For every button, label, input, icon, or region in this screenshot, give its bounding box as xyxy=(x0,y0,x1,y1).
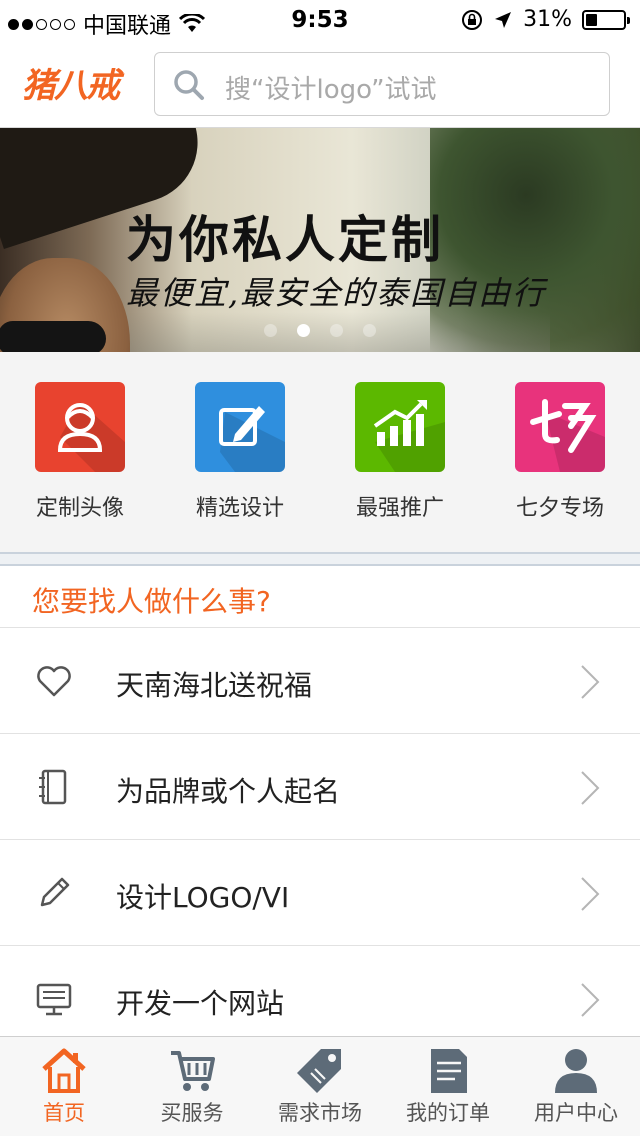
promo-banner[interactable]: 为你私人定制 最便宜,最安全的泰国自由行 xyxy=(0,128,640,352)
pager-dot[interactable] xyxy=(363,324,376,337)
tab-home[interactable]: 首页 xyxy=(0,1037,128,1136)
battery-icon xyxy=(582,9,630,30)
document-icon xyxy=(431,1049,467,1093)
pager-dot[interactable] xyxy=(330,324,343,337)
list-item-label: 开发一个网站 xyxy=(116,987,285,1020)
quick-action-design[interactable]: 精选设计 xyxy=(175,382,305,522)
tab-label: 需求市场 xyxy=(278,1101,362,1125)
banner-subtitle: 最便宜,最安全的泰国自由行 xyxy=(126,274,547,312)
search-box[interactable]: 搜“设计logo”试试 xyxy=(154,52,610,116)
section-divider xyxy=(0,552,640,566)
chevron-right-icon xyxy=(581,877,600,911)
pager-dot[interactable] xyxy=(264,324,277,337)
tab-label: 首页 xyxy=(43,1101,85,1125)
quick-action-label: 精选设计 xyxy=(195,496,284,521)
banner-sunglasses-shape xyxy=(0,321,106,352)
quick-action-label: 七夕专场 xyxy=(515,496,604,521)
tab-label: 买服务 xyxy=(160,1101,224,1125)
cart-icon xyxy=(171,1051,215,1091)
pencil-icon xyxy=(40,877,70,907)
monitor-icon xyxy=(36,983,72,1016)
top-header: 猪八戒 搜“设计logo”试试 xyxy=(0,40,640,128)
list-item[interactable]: 设计LOGO/VI xyxy=(0,839,640,945)
tab-label: 用户中心 xyxy=(534,1101,618,1125)
pager-dot[interactable] xyxy=(297,324,310,337)
chevron-right-icon xyxy=(581,665,600,699)
quick-action-label: 定制头像 xyxy=(35,496,124,521)
banner-title: 为你私人定制 xyxy=(126,210,444,269)
search-placeholder: 搜“设计logo”试试 xyxy=(225,75,437,105)
edit-icon xyxy=(195,382,285,472)
tab-demand-market[interactable]: 需求市场 xyxy=(256,1037,384,1136)
list-item[interactable]: 为品牌或个人起名 xyxy=(0,733,640,839)
notebook-icon xyxy=(39,769,67,805)
avatar-icon xyxy=(35,382,125,472)
status-right: 31% xyxy=(461,7,630,32)
list-item[interactable]: 天南海北送祝福 xyxy=(0,627,640,733)
task-list: 天南海北送祝福 为品牌或个人起名 设计LOGO/VI 开发一个网站 xyxy=(0,627,640,1051)
quick-action-avatar[interactable]: 定制头像 xyxy=(15,382,145,522)
chevron-right-icon xyxy=(581,983,600,1017)
quick-actions: 定制头像 精选设计 最强推广 七夕专场 xyxy=(0,352,640,552)
rotation-lock-icon xyxy=(462,9,483,30)
quick-action-label: 最强推广 xyxy=(355,496,444,521)
tab-user-center[interactable]: 用户中心 xyxy=(512,1037,640,1136)
chevron-right-icon xyxy=(581,771,600,805)
tab-label: 我的订单 xyxy=(406,1101,490,1125)
battery-fill xyxy=(586,13,598,26)
quick-action-qixi[interactable]: 七夕专场 xyxy=(495,382,625,522)
tag-icon xyxy=(297,1049,341,1093)
banner-pager[interactable] xyxy=(264,324,376,337)
location-icon xyxy=(495,11,512,28)
quick-action-promote[interactable]: 最强推广 xyxy=(335,382,465,522)
list-item-label: 为品牌或个人起名 xyxy=(116,775,341,808)
tab-buy-service[interactable]: 买服务 xyxy=(128,1037,256,1136)
user-icon xyxy=(555,1049,597,1093)
battery-percent: 31% xyxy=(523,7,572,32)
bottom-tab-bar: 首页 买服务 需求市场 我的订单 用户中心 xyxy=(0,1036,640,1136)
tab-my-orders[interactable]: 我的订单 xyxy=(384,1037,512,1136)
list-item-label: 天南海北送祝福 xyxy=(116,669,313,702)
heart-icon xyxy=(37,666,71,697)
app-logo[interactable]: 猪八戒 xyxy=(22,58,120,107)
list-item-label: 设计LOGO/VI xyxy=(116,881,290,914)
qixi-icon xyxy=(515,382,605,472)
search-icon xyxy=(174,70,204,100)
section-title: 您要找人做什么事? xyxy=(32,585,271,618)
status-bar: 中国联通 9:53 31% xyxy=(0,0,640,40)
chart-icon xyxy=(355,382,445,472)
home-icon xyxy=(42,1048,86,1093)
app-screen: 中国联通 9:53 31% 猪八戒 搜“设计logo”试试 为你私人定制 最便宜… xyxy=(0,0,640,1136)
